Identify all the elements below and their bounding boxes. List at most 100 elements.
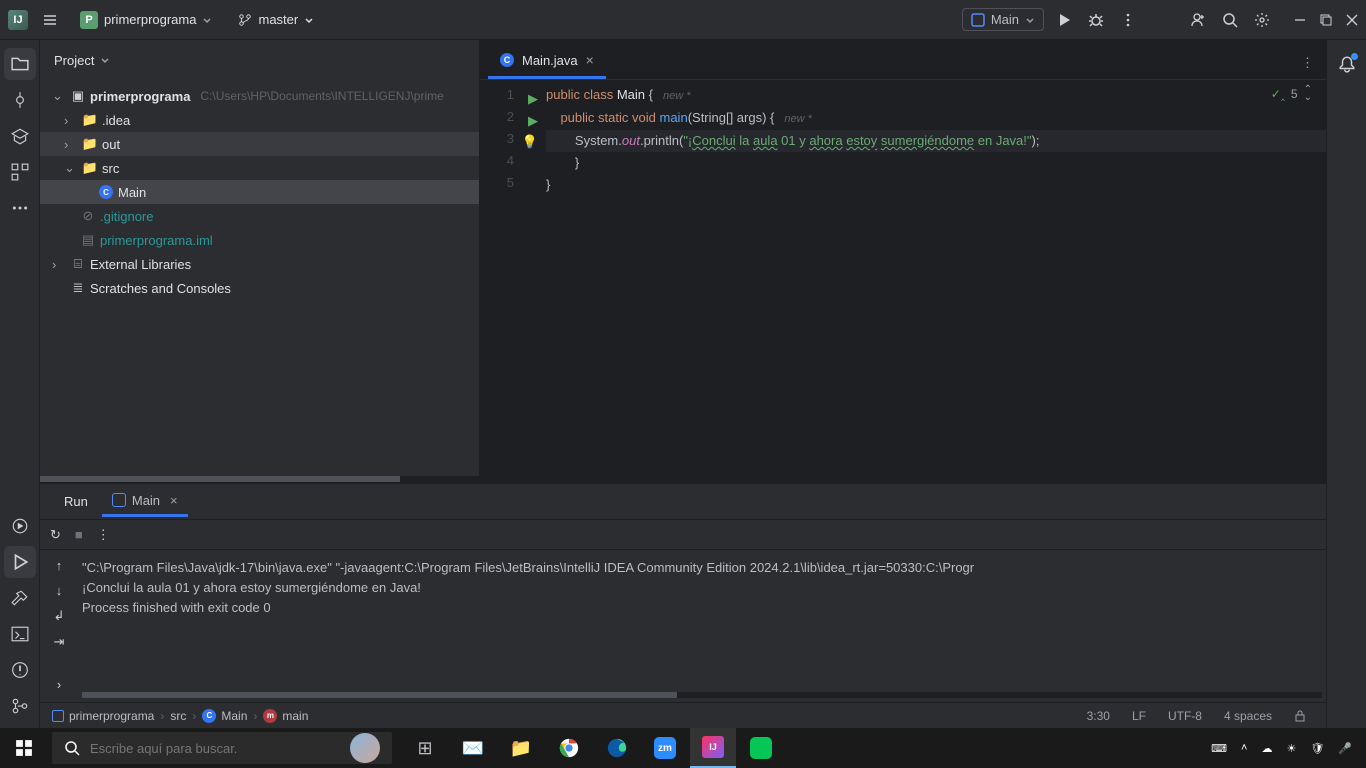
taskbar-search[interactable] bbox=[52, 732, 392, 764]
tree-row-project-root[interactable]: ⌄ ▣ primerprograma C:\Users\HP\Documents… bbox=[40, 84, 479, 108]
breadcrumb-class[interactable]: C Main bbox=[202, 709, 247, 723]
run-tab-close-button[interactable]: × bbox=[170, 493, 178, 508]
structure-icon bbox=[11, 163, 29, 181]
services-tool-button[interactable] bbox=[4, 510, 36, 542]
run-more-button[interactable]: ⋮ bbox=[97, 527, 110, 543]
taskbar-explorer-icon[interactable]: 📁 bbox=[498, 728, 544, 768]
module-icon bbox=[52, 710, 64, 722]
readonly-toggle[interactable] bbox=[1286, 710, 1314, 722]
play-icon bbox=[11, 553, 29, 571]
structure-tool-button[interactable] bbox=[4, 156, 36, 188]
taskbar-search-input[interactable] bbox=[90, 741, 340, 756]
vcs-tool-button[interactable] bbox=[4, 690, 36, 722]
tree-row-src[interactable]: ⌄ 📁 src bbox=[40, 156, 479, 180]
search-highlight-icon bbox=[350, 733, 380, 763]
dots-horizontal-icon bbox=[11, 199, 29, 217]
taskbar-edge-icon[interactable] bbox=[594, 728, 640, 768]
editor-body[interactable]: 1▶ 2▶ 3💡 4 5 public class Main {new * pu… bbox=[480, 80, 1326, 482]
notifications-button[interactable] bbox=[1331, 48, 1363, 80]
taskbar-zoom-icon[interactable]: zm bbox=[642, 728, 688, 768]
taskbar-mail-icon[interactable]: ✉️ bbox=[450, 728, 496, 768]
code-with-me-button[interactable] bbox=[1186, 8, 1210, 32]
project-tool-button[interactable] bbox=[4, 48, 36, 80]
tray-security-icon[interactable]: 🛡 bbox=[1306, 742, 1328, 755]
line-separator[interactable]: LF bbox=[1124, 709, 1154, 723]
inspection-widget[interactable]: ✓‸ 5 ⌃⌄ bbox=[1271, 86, 1312, 102]
run-config-selector[interactable]: Main bbox=[962, 8, 1044, 31]
tray-mic-icon[interactable]: 🎤 bbox=[1334, 742, 1356, 755]
learn-tool-button[interactable] bbox=[4, 120, 36, 152]
taskbar-chrome-icon[interactable] bbox=[546, 728, 592, 768]
class-icon: C bbox=[202, 709, 216, 723]
indent-setting[interactable]: 4 spaces bbox=[1216, 709, 1280, 723]
run-gutter-icon[interactable]: ▶ bbox=[528, 88, 538, 110]
tray-onedrive-icon[interactable]: ☁ bbox=[1257, 742, 1276, 755]
project-panel: Project ⌄ ▣ primerprograma C:\Users\HP\D… bbox=[40, 40, 480, 482]
tree-row-iml[interactable]: ▤ primerprograma.iml bbox=[40, 228, 479, 252]
more-tools-button[interactable] bbox=[4, 192, 36, 224]
class-icon: C bbox=[98, 185, 114, 199]
git-branch-selector[interactable]: master bbox=[230, 8, 322, 31]
tray-keyboard-icon[interactable]: ⌨ bbox=[1207, 742, 1231, 755]
play-icon bbox=[1056, 12, 1072, 28]
start-button[interactable] bbox=[0, 728, 48, 768]
breadcrumb-project[interactable]: primerprograma bbox=[52, 709, 154, 723]
task-view-button[interactable]: ⊞ bbox=[402, 728, 448, 768]
code-area[interactable]: public class Main {new * public static v… bbox=[524, 80, 1326, 482]
tree-row-external-libraries[interactable]: › ⌸ External Libraries bbox=[40, 252, 479, 276]
window-minimize-button[interactable] bbox=[1294, 14, 1306, 26]
run-tab-main[interactable]: Main × bbox=[102, 487, 188, 517]
run-panel-title[interactable]: Run bbox=[52, 486, 100, 517]
breadcrumb-src[interactable]: src bbox=[170, 709, 186, 723]
project-name: primerprograma bbox=[104, 12, 196, 27]
project-tree: ⌄ ▣ primerprograma C:\Users\HP\Documents… bbox=[40, 80, 479, 304]
run-button[interactable] bbox=[1052, 8, 1076, 32]
tray-weather-icon[interactable]: ☀ bbox=[1282, 742, 1300, 755]
soft-wrap-button[interactable]: ↲ bbox=[54, 608, 65, 624]
terminal-tool-button[interactable] bbox=[4, 618, 36, 650]
scroll-up-button[interactable]: ↑ bbox=[56, 558, 63, 573]
file-encoding[interactable]: UTF-8 bbox=[1160, 709, 1210, 723]
run-scrollbar[interactable] bbox=[82, 692, 1322, 698]
run-toolbar: ↻ ■ ⋮ bbox=[40, 520, 1326, 550]
run-panel: Run Main × ↻ ■ ⋮ ↑ ↓ ↲ ⇥ › bbox=[40, 482, 1326, 702]
tab-close-button[interactable]: × bbox=[586, 52, 594, 68]
stop-button[interactable]: ■ bbox=[75, 527, 83, 542]
project-panel-title: Project bbox=[54, 53, 94, 68]
run-output[interactable]: "C:\Program Files\Java\jdk-17\bin\java.e… bbox=[78, 550, 1326, 702]
window-close-button[interactable] bbox=[1346, 14, 1358, 26]
settings-button[interactable] bbox=[1250, 8, 1274, 32]
build-tool-button[interactable] bbox=[4, 582, 36, 614]
expand-button[interactable]: › bbox=[57, 677, 61, 692]
tray-chevron-up-icon[interactable]: ˄ bbox=[1237, 742, 1251, 754]
taskbar-intellij-icon[interactable]: IJ bbox=[690, 728, 736, 768]
caret-position[interactable]: 3:30 bbox=[1079, 709, 1118, 723]
project-panel-header[interactable]: Project bbox=[40, 40, 479, 80]
scroll-down-button[interactable]: ↓ bbox=[56, 583, 63, 598]
project-selector[interactable]: P primerprograma bbox=[72, 7, 220, 33]
commit-tool-button[interactable] bbox=[4, 84, 36, 116]
terminal-icon bbox=[11, 625, 29, 643]
editor-tab-more-button[interactable]: ⋮ bbox=[1289, 47, 1326, 79]
scroll-to-end-button[interactable]: ⇥ bbox=[54, 634, 65, 650]
problems-tool-button[interactable] bbox=[4, 654, 36, 686]
module-icon: ▣ bbox=[70, 88, 86, 104]
tree-row-gitignore[interactable]: ⊘ .gitignore bbox=[40, 204, 479, 228]
tree-row-scratches[interactable]: › ≣ Scratches and Consoles bbox=[40, 276, 479, 300]
editor-tab-main[interactable]: C Main.java × bbox=[488, 44, 606, 79]
windows-icon bbox=[15, 739, 33, 757]
run-tool-button[interactable] bbox=[4, 546, 36, 578]
tree-row-main[interactable]: C Main bbox=[40, 180, 479, 204]
breadcrumb-method[interactable]: m main bbox=[263, 709, 308, 723]
more-actions-button[interactable] bbox=[1116, 8, 1140, 32]
window-maximize-button[interactable] bbox=[1320, 14, 1332, 26]
search-everywhere-button[interactable] bbox=[1218, 8, 1242, 32]
tree-row-idea[interactable]: › 📁 .idea bbox=[40, 108, 479, 132]
tree-row-out[interactable]: › 📁 out bbox=[40, 132, 479, 156]
rerun-button[interactable]: ↻ bbox=[50, 527, 61, 543]
intention-bulb-icon[interactable]: 💡 bbox=[522, 131, 538, 153]
taskbar-line-icon[interactable] bbox=[738, 728, 784, 768]
run-gutter-icon[interactable]: ▶ bbox=[528, 110, 538, 132]
debug-button[interactable] bbox=[1084, 8, 1108, 32]
hamburger-menu-icon[interactable] bbox=[38, 8, 62, 32]
